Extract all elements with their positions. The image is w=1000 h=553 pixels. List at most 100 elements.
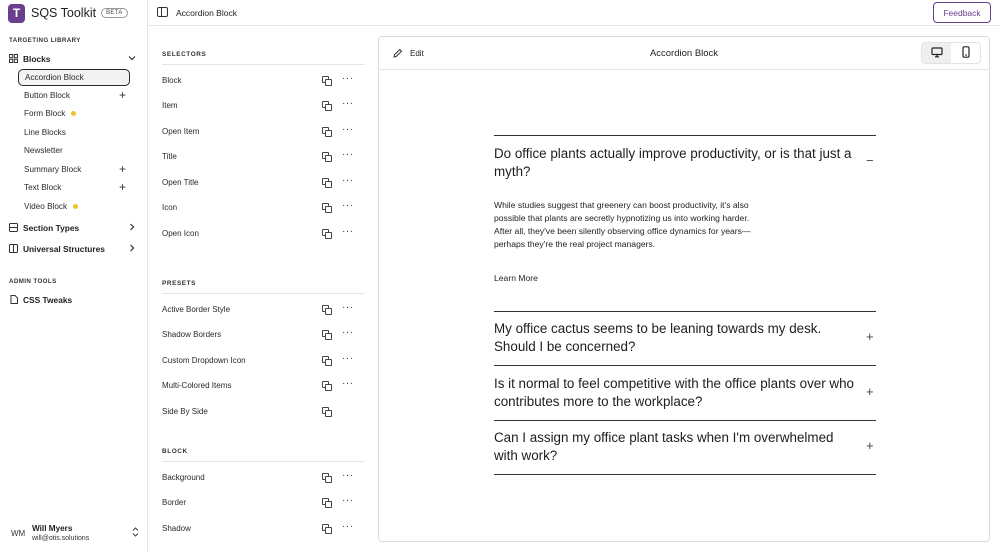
selector-row-open-icon[interactable]: Open Icon ··· — [162, 226, 362, 240]
more-icon[interactable]: ··· — [342, 73, 354, 85]
sidebar-item-section-types[interactable]: Section Types — [9, 219, 141, 236]
more-icon[interactable]: ··· — [342, 124, 354, 136]
more-icon[interactable]: ··· — [342, 98, 354, 110]
copy-icon[interactable] — [322, 407, 332, 417]
more-icon[interactable]: ··· — [342, 175, 354, 187]
block-row-background[interactable]: Background ··· — [162, 470, 362, 484]
accordion-item-title[interactable]: Can I assign my office plant tasks when … — [494, 429, 859, 465]
sidebar-subitem-accordion-block[interactable]: Accordion Block — [18, 69, 130, 86]
status-dot-icon — [71, 111, 77, 116]
selector-row-title[interactable]: Title ··· — [162, 149, 362, 163]
learn-more-link[interactable]: Learn More — [494, 273, 538, 283]
desktop-view-button[interactable] — [922, 43, 951, 63]
more-icon[interactable]: ··· — [342, 149, 354, 161]
structure-icon — [9, 244, 18, 253]
copy-icon[interactable] — [322, 381, 332, 391]
row-label: Shadow — [162, 523, 191, 533]
selector-row-block[interactable]: Block ··· — [162, 73, 362, 87]
copy-icon[interactable] — [322, 127, 332, 137]
sidebar-subitem-line-blocks[interactable]: Line Blocks — [18, 124, 130, 141]
more-icon[interactable]: ··· — [342, 200, 354, 212]
preview-toolbar: Edit Accordion Block — [379, 37, 989, 70]
feedback-button[interactable]: Feedback — [933, 2, 991, 23]
copy-icon[interactable] — [322, 524, 332, 534]
accordion-divider — [494, 420, 876, 421]
accordion-item-title[interactable]: Is it normal to feel competitive with th… — [494, 375, 859, 411]
plus-icon[interactable]: + — [119, 88, 126, 102]
preset-row-multi-colored-items[interactable]: Multi-Colored Items ··· — [162, 378, 362, 392]
copy-icon[interactable] — [322, 229, 332, 239]
plus-icon[interactable]: + — [866, 329, 874, 344]
minus-icon[interactable]: − — [866, 153, 874, 168]
more-icon[interactable]: ··· — [342, 226, 354, 238]
preset-row-side-by-side[interactable]: Side By Side — [162, 404, 362, 418]
app-logo: T — [8, 3, 25, 23]
preset-row-shadow-borders[interactable]: Shadow Borders ··· — [162, 327, 362, 341]
accordion-item-title[interactable]: Do office plants actually improve produc… — [494, 145, 859, 181]
css-file-icon — [9, 295, 18, 304]
copy-icon[interactable] — [322, 152, 332, 162]
copy-icon[interactable] — [322, 203, 332, 213]
selector-row-icon[interactable]: Icon ··· — [162, 200, 362, 214]
row-label: Item — [162, 100, 178, 110]
copy-icon[interactable] — [322, 178, 332, 188]
grid-icon — [9, 54, 18, 63]
chevron-up-down-icon[interactable] — [132, 527, 139, 539]
brand[interactable]: T SQS Toolkit BETA — [8, 3, 128, 23]
sidebar-subitem-newsletter[interactable]: Newsletter — [18, 142, 130, 159]
sidebar-subitem-label: Line Blocks — [24, 128, 66, 137]
block-row-shadow[interactable]: Shadow ··· — [162, 521, 362, 535]
top-header: Accordion Block Feedback — [148, 0, 1000, 26]
selector-row-open-item[interactable]: Open Item ··· — [162, 124, 362, 138]
selector-row-item[interactable]: Item ··· — [162, 98, 362, 112]
sidebar-item-css-tweaks[interactable]: CSS Tweaks — [9, 291, 141, 308]
chevron-right-icon[interactable] — [127, 243, 137, 253]
block-row-border[interactable]: Border ··· — [162, 495, 362, 509]
mobile-icon — [961, 46, 970, 60]
selectors-label: SELECTORS — [162, 51, 207, 58]
user-menu[interactable]: WM Will Myers will@otis.solutions — [0, 517, 148, 553]
more-icon[interactable]: ··· — [342, 470, 354, 482]
preset-row-custom-dropdown-icon[interactable]: Custom Dropdown Icon ··· — [162, 353, 362, 367]
row-label: Open Title — [162, 177, 199, 187]
sidebar-subitem-video-block[interactable]: Video Block — [18, 198, 130, 215]
sidebar-subitem-summary-block[interactable]: Summary Block + — [18, 161, 130, 178]
more-icon[interactable]: ··· — [342, 495, 354, 507]
preset-row-active-border-style[interactable]: Active Border Style ··· — [162, 302, 362, 316]
row-label: Block — [162, 75, 182, 85]
page-title: Accordion Block — [176, 8, 237, 18]
chevron-right-icon[interactable] — [127, 222, 137, 232]
sidebar-item-label: CSS Tweaks — [23, 294, 73, 305]
more-icon[interactable]: ··· — [342, 302, 354, 314]
sidebar-item-blocks[interactable]: Blocks — [9, 50, 141, 67]
selector-row-open-title[interactable]: Open Title ··· — [162, 175, 362, 189]
copy-icon[interactable] — [322, 498, 332, 508]
chevron-down-icon[interactable] — [127, 53, 137, 63]
copy-icon[interactable] — [322, 330, 332, 340]
sidebar-subitem-label: Video Block — [24, 202, 68, 211]
more-icon[interactable]: ··· — [342, 353, 354, 365]
copy-icon[interactable] — [322, 305, 332, 315]
sidebar-item-universal-structures[interactable]: Universal Structures — [9, 240, 141, 257]
user-email: will@otis.solutions — [32, 535, 90, 542]
copy-icon[interactable] — [322, 101, 332, 111]
more-icon[interactable]: ··· — [342, 378, 354, 390]
copy-icon[interactable] — [322, 473, 332, 483]
mobile-view-button[interactable] — [951, 43, 980, 63]
plus-icon[interactable]: + — [866, 384, 874, 399]
sidebar-subitem-button-block[interactable]: Button Block + — [18, 87, 130, 104]
more-icon[interactable]: ··· — [342, 521, 354, 533]
sidebar-toggle-icon[interactable] — [157, 7, 168, 17]
plus-icon[interactable]: + — [119, 180, 126, 194]
row-label: Shadow Borders — [162, 329, 222, 339]
sidebar-subitem-text-block[interactable]: Text Block + — [18, 179, 130, 196]
sidebar-subitem-form-block[interactable]: Form Block — [18, 105, 130, 122]
beta-badge: BETA — [101, 8, 128, 18]
row-label: Background — [162, 472, 205, 482]
accordion-item-title[interactable]: My office cactus seems to be leaning tow… — [494, 320, 859, 356]
more-icon[interactable]: ··· — [342, 327, 354, 339]
plus-icon[interactable]: + — [119, 162, 126, 176]
copy-icon[interactable] — [322, 356, 332, 366]
plus-icon[interactable]: + — [866, 438, 874, 453]
copy-icon[interactable] — [322, 76, 332, 86]
